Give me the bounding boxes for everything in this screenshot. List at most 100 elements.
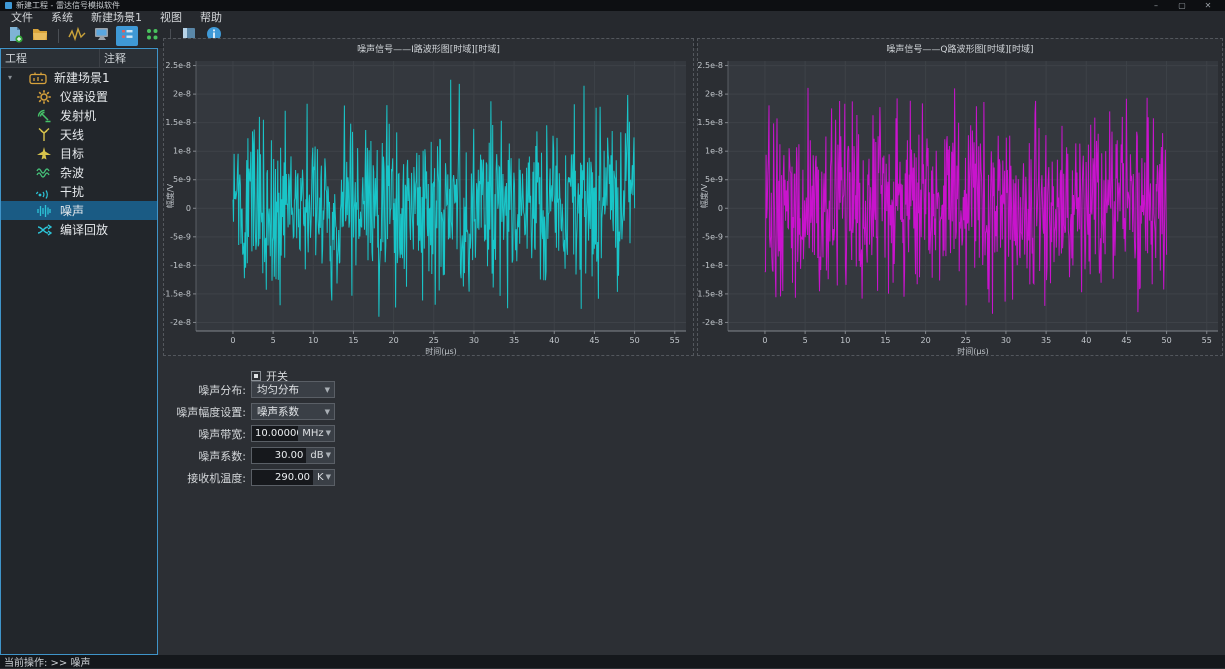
svg-text:-5e-9: -5e-9: [702, 232, 723, 241]
svg-text:1.5e-8: 1.5e-8: [698, 118, 723, 127]
scene-icon: [29, 70, 47, 86]
open-folder-icon: [31, 25, 49, 47]
svg-text:35: 35: [509, 336, 519, 345]
tree-expand-icon[interactable]: ▾: [5, 73, 15, 82]
menu-scene[interactable]: 新建场景1: [82, 11, 151, 24]
svg-text:40: 40: [1081, 336, 1091, 345]
project-tree: ▾ 新建场景1仪器设置发射机天线目标杂波干扰噪声编译回放: [1, 68, 157, 239]
waveform-icon: [68, 25, 86, 47]
noise-bandwidth-label: 噪声带宽:: [124, 426, 246, 442]
svg-text:2e-8: 2e-8: [173, 90, 191, 99]
svg-text:20: 20: [389, 336, 399, 345]
sidebar-item-scene[interactable]: ▾ 新建场景1: [1, 68, 157, 87]
noise-distribution-label: 噪声分布:: [124, 382, 246, 398]
svg-text:1e-8: 1e-8: [173, 147, 191, 156]
receiver-temperature-unit[interactable]: K: [313, 470, 326, 485]
menu-bar: 文件 系统 新建场景1 视图 帮助: [0, 11, 1225, 24]
layout-icon: [118, 25, 136, 47]
scene-layout-button[interactable]: [116, 26, 138, 46]
playback-icon: [35, 222, 53, 238]
svg-text:35: 35: [1041, 336, 1051, 345]
chevron-down-icon: ▼: [325, 408, 330, 416]
svg-text:-1e-8: -1e-8: [170, 261, 191, 270]
sidebar-item-clutter[interactable]: 杂波: [1, 163, 157, 182]
svg-text:-5e-9: -5e-9: [170, 232, 191, 241]
device-view-button[interactable]: [91, 26, 113, 46]
menu-view[interactable]: 视图: [151, 11, 191, 24]
svg-text:50: 50: [629, 336, 639, 345]
receiver-temperature-input[interactable]: 290.00 K ▼: [251, 469, 335, 486]
sidebar-item-transmitter[interactable]: 发射机: [1, 106, 157, 125]
chart-plot-q[interactable]: 2.5e-82e-81.5e-81e-85e-90-5e-9-1e-8-1.5e…: [698, 39, 1224, 357]
noise-amplitude-select[interactable]: 噪声系数 ▼: [251, 403, 335, 420]
sidebar-item-playback[interactable]: 编译回放: [1, 220, 157, 239]
menu-help[interactable]: 帮助: [191, 11, 231, 24]
menu-system[interactable]: 系统: [42, 11, 82, 24]
sidebar-item-target[interactable]: 目标: [1, 144, 157, 163]
open-project-button[interactable]: [29, 26, 51, 46]
close-button[interactable]: ✕: [1202, 0, 1214, 11]
receiver-temperature-value[interactable]: 290.00: [252, 470, 313, 485]
minimize-button[interactable]: –: [1150, 0, 1162, 11]
svg-text:55: 55: [670, 336, 680, 345]
sidebar-item-label: 噪声: [60, 202, 84, 219]
status-text: 当前操作: >> 噪声: [4, 654, 90, 669]
menu-file[interactable]: 文件: [2, 11, 42, 24]
toolbar-separator: [58, 29, 59, 43]
window-controls: – ▢ ✕: [1150, 0, 1220, 11]
svg-text:1.5e-8: 1.5e-8: [165, 118, 191, 127]
new-file-icon: [6, 25, 24, 47]
sidebar-item-instrument[interactable]: 仪器设置: [1, 87, 157, 106]
noise-figure-unit[interactable]: dB: [306, 448, 325, 463]
waveform-view-button[interactable]: [66, 26, 88, 46]
noise-bandwidth-unit[interactable]: MHz: [298, 426, 325, 441]
tree-header-project: 工程: [1, 49, 100, 67]
svg-text:5e-9: 5e-9: [173, 175, 191, 184]
sidebar-item-noise[interactable]: 噪声: [1, 201, 157, 220]
sidebar-item-label: 新建场景1: [54, 69, 110, 86]
svg-text:5: 5: [271, 336, 276, 345]
svg-text:2.5e-8: 2.5e-8: [165, 61, 191, 70]
svg-text:30: 30: [469, 336, 479, 345]
svg-text:45: 45: [589, 336, 599, 345]
svg-text:15: 15: [348, 336, 358, 345]
sidebar-item-interference[interactable]: 干扰: [1, 182, 157, 201]
noise-distribution-value: 均匀分布: [257, 382, 299, 397]
noise-bandwidth-input[interactable]: 10.000000000 MHz ▼: [251, 425, 335, 442]
status-bar: 当前操作: >> 噪声: [0, 655, 1225, 668]
maximize-button[interactable]: ▢: [1176, 0, 1188, 11]
sidebar-item-label: 编译回放: [60, 221, 108, 238]
y-axis-label: 幅度/V: [699, 183, 709, 208]
receiver-temperature-row: 接收机温度: 290.00 K ▼: [124, 469, 335, 486]
grid-view-button[interactable]: [141, 26, 163, 46]
x-axis-label: 时间(μs): [425, 346, 457, 356]
noise-amplitude-label: 噪声幅度设置:: [124, 404, 246, 420]
svg-text:0: 0: [230, 336, 235, 345]
noise-figure-input[interactable]: 30.00 dB ▼: [251, 447, 335, 464]
svg-text:0: 0: [718, 204, 723, 213]
noise-bandwidth-value[interactable]: 10.000000000: [252, 426, 298, 441]
svg-text:30: 30: [1001, 336, 1011, 345]
sidebar-item-label: 目标: [60, 145, 84, 162]
gear-icon: [35, 89, 53, 105]
noise-figure-row: 噪声系数: 30.00 dB ▼: [124, 447, 335, 464]
svg-text:15: 15: [880, 336, 890, 345]
chart-plot-i[interactable]: 2.5e-82e-81.5e-81e-85e-90-5e-9-1e-8-1.5e…: [164, 39, 695, 357]
green-dots-icon: [143, 25, 161, 47]
sidebar-item-antenna[interactable]: 天线: [1, 125, 157, 144]
noise-amplitude-value: 噪声系数: [257, 404, 299, 419]
monitor-icon: [93, 25, 111, 47]
noise-distribution-select[interactable]: 均匀分布 ▼: [251, 381, 335, 398]
project-tree-panel: 工程 注释 ▾新建场景1仪器设置发射机天线目标杂波干扰噪声编译回放: [0, 48, 158, 655]
svg-text:40: 40: [549, 336, 559, 345]
svg-text:5: 5: [803, 336, 808, 345]
svg-text:10: 10: [308, 336, 318, 345]
svg-text:55: 55: [1202, 336, 1212, 345]
new-project-button[interactable]: [4, 26, 26, 46]
window-title: 新建工程 - 雷达信号模拟软件: [16, 0, 120, 11]
y-axis-label: 幅度/V: [165, 183, 175, 208]
svg-text:2.5e-8: 2.5e-8: [698, 61, 723, 70]
noise-figure-value[interactable]: 30.00: [252, 448, 306, 463]
noise-amplitude-row: 噪声幅度设置: 噪声系数 ▼: [124, 403, 335, 420]
clutter-icon: [35, 165, 53, 181]
